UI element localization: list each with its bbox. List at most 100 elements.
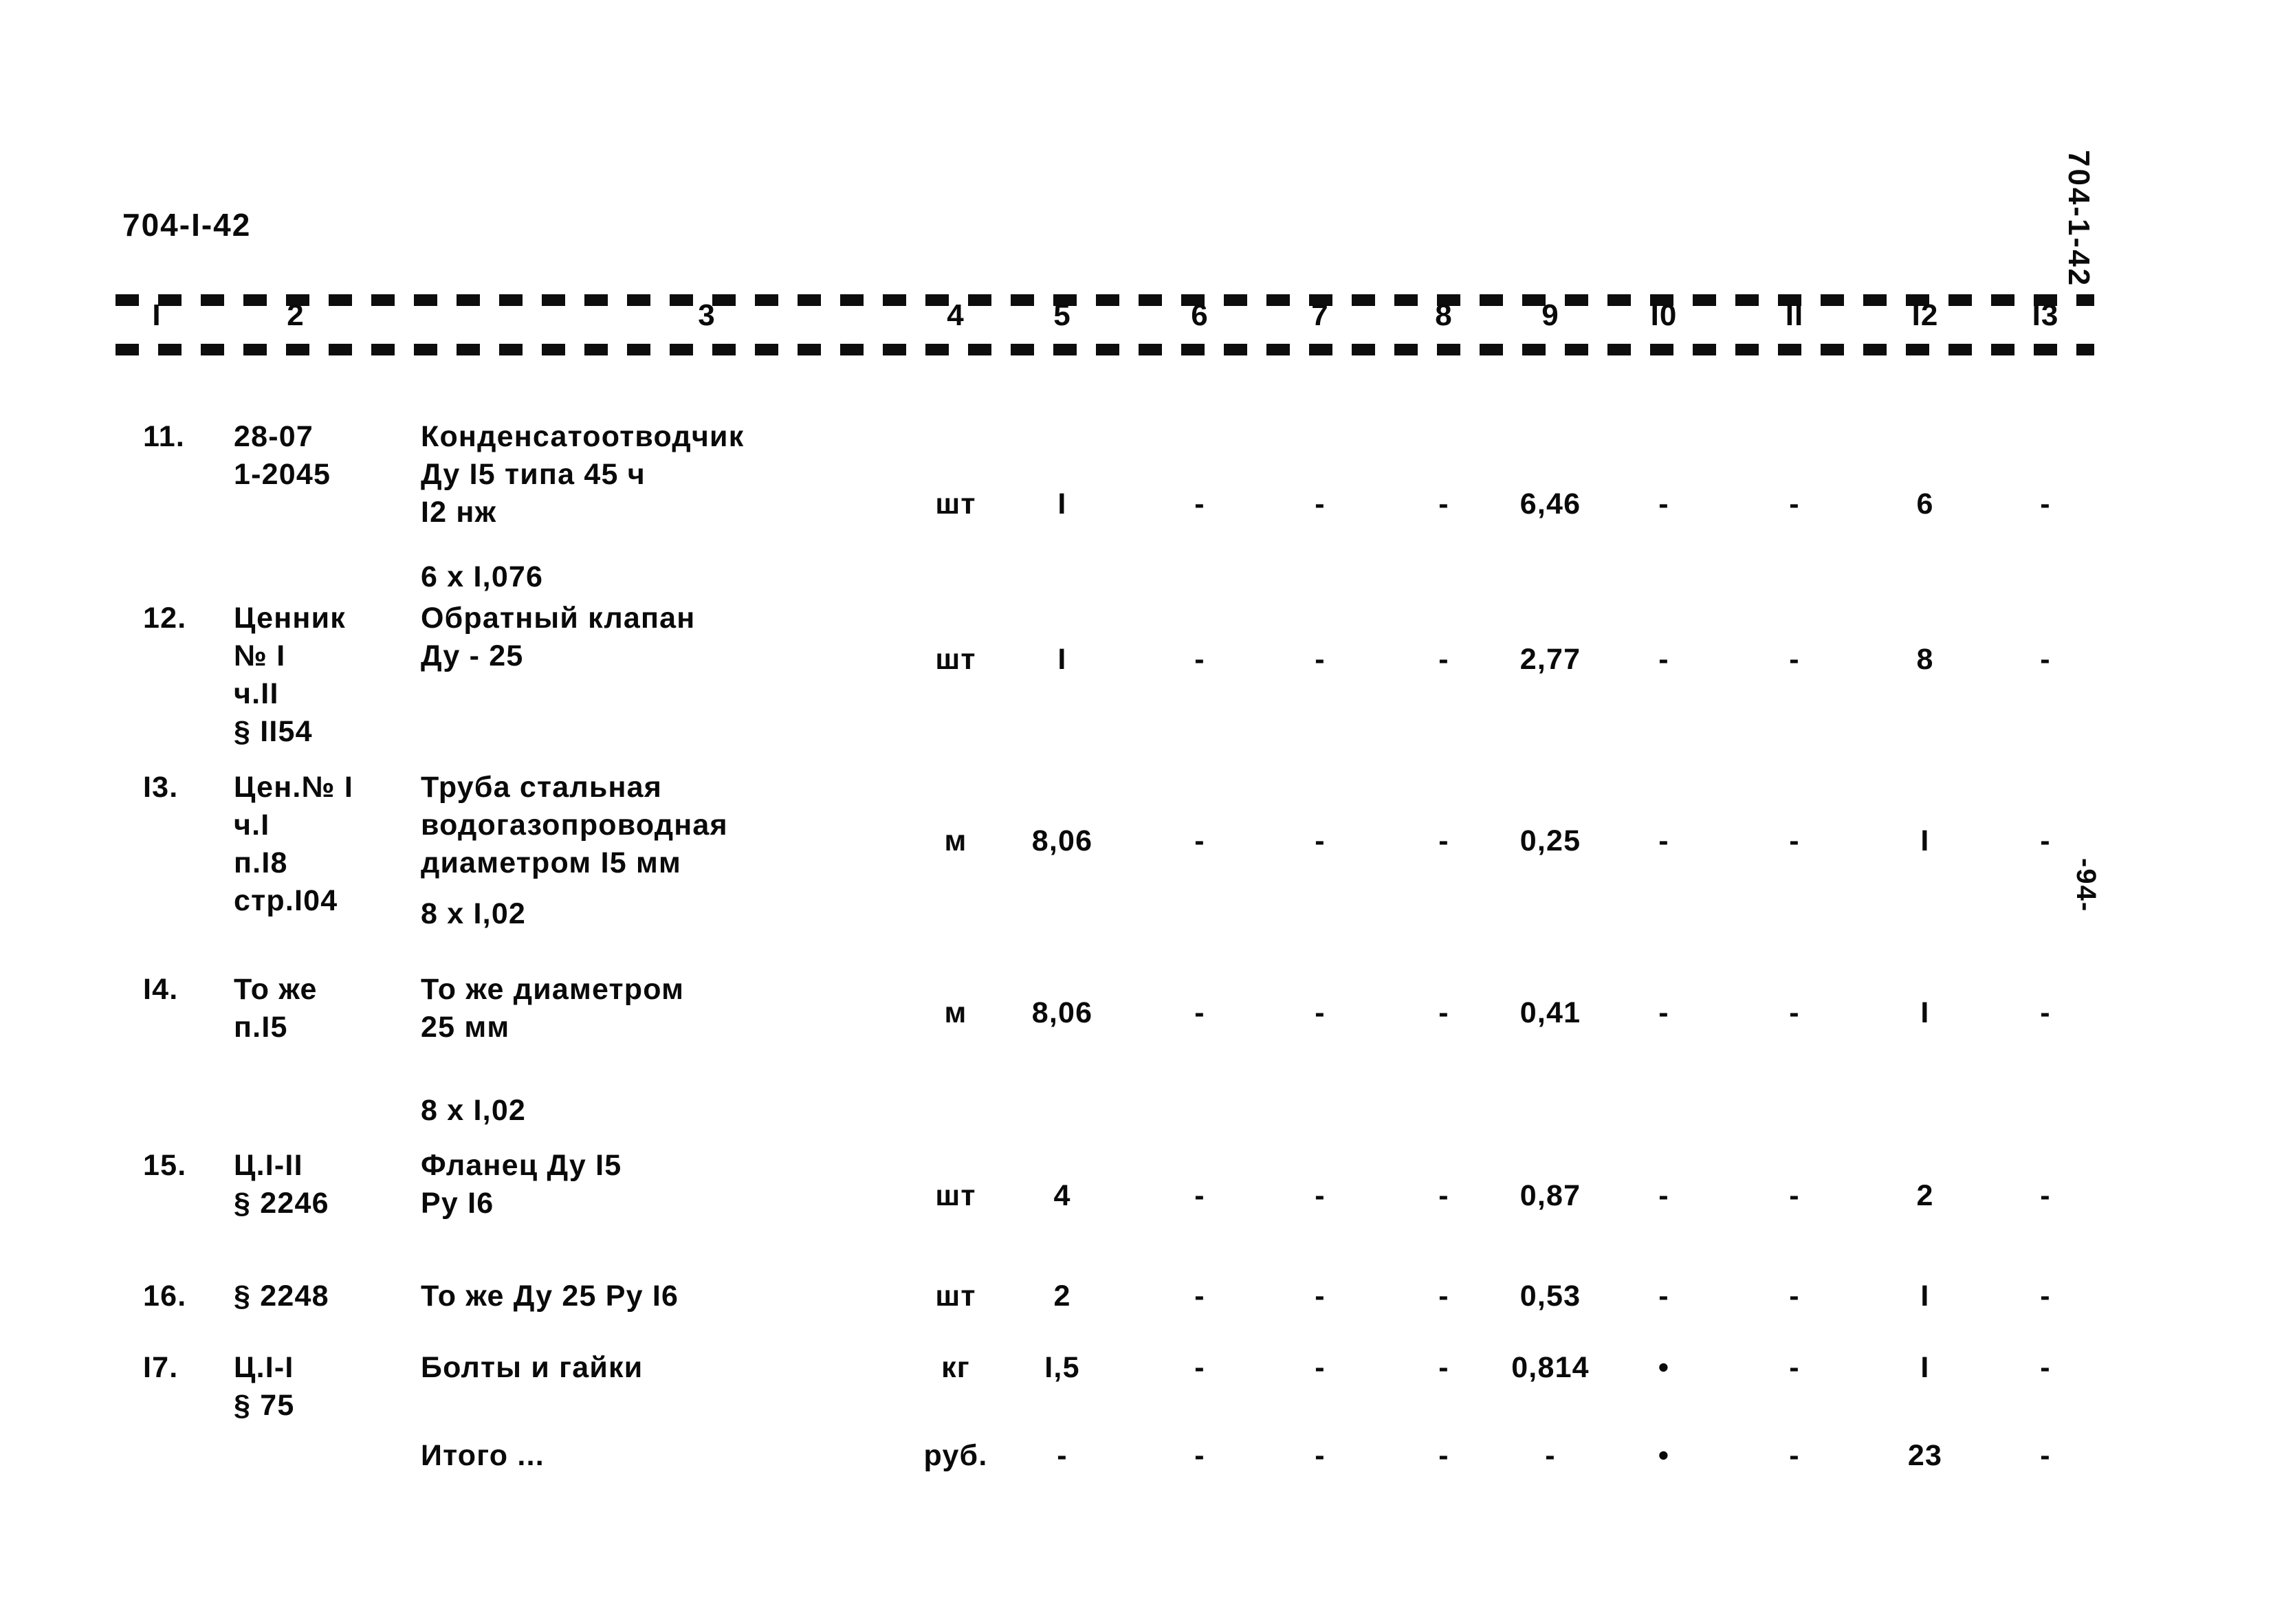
row-value-col8: - <box>1438 1280 1449 1313</box>
table-row: I4. То же п.I5 То же диаметром 25 мм <box>0 971 2273 1044</box>
row-quantity: I,5 <box>1044 1351 1080 1384</box>
row-unit: шт <box>935 487 976 520</box>
row-value-col12: I <box>1920 1351 1930 1384</box>
row-justification-line: Цен.№ I <box>234 771 353 804</box>
row-value-col11: - <box>1789 824 1800 857</box>
row-item-number: 12. <box>143 602 187 635</box>
row-unit: кг <box>941 1351 970 1384</box>
row-unit: шт <box>935 1280 976 1313</box>
row-value-col6: - <box>1194 643 1205 676</box>
row-value-col10: - <box>1658 824 1669 857</box>
row-description-line: диаметром I5 мм <box>421 846 682 879</box>
column-header-10: I0 <box>1650 298 1678 332</box>
row-value-col13: - <box>2040 824 2051 857</box>
row-quantity: 4 <box>1053 1179 1071 1212</box>
row-item-number: 11. <box>143 420 186 453</box>
row-justification-line: п.I8 <box>234 846 288 879</box>
row-unit: шт <box>935 643 976 676</box>
row-justification-line: Ценник <box>234 602 346 635</box>
column-header-1: I <box>152 298 162 332</box>
total-value-col6: - <box>1194 1439 1205 1472</box>
row-value-col8: - <box>1438 1179 1449 1212</box>
total-row-values: руб. - - - - - • - 23 - <box>0 1437 2273 1472</box>
total-unit: руб. <box>923 1439 988 1472</box>
row-value-col9: 0,25 <box>1519 824 1581 857</box>
row-description-line: Конденсатоотводчик <box>421 420 745 453</box>
column-header-12: I2 <box>1911 298 1939 332</box>
row-justification-line: То же <box>234 973 318 1006</box>
row-value-col9: 0,53 <box>1519 1280 1581 1313</box>
table-row-values: м 8,06 - - - 0,25 - - I - <box>0 822 2273 857</box>
row-value-col12: I <box>1920 1280 1930 1313</box>
row-value-col7: - <box>1315 1351 1326 1384</box>
row-value-col10: • <box>1658 1351 1670 1384</box>
row-value-col6: - <box>1194 1179 1205 1212</box>
row-value-col10: - <box>1658 996 1669 1029</box>
table-row-values: кг I,5 - - - 0,814 • - I - <box>0 1349 2273 1384</box>
row-value-col6: - <box>1194 487 1205 520</box>
row-value-col13: - <box>2040 1351 2051 1384</box>
table-row-values: шт 4 - - - 0,87 - - 2 - <box>0 1177 2273 1212</box>
row-value-col9: 0,87 <box>1519 1179 1581 1212</box>
row-justification-line: п.I5 <box>234 1011 288 1044</box>
row-multiplier: 8 x I,02 <box>421 1094 527 1127</box>
column-header-3: 3 <box>698 298 716 332</box>
row-value-col11: - <box>1789 487 1800 520</box>
row-multiplier: 8 x I,02 <box>421 897 527 930</box>
row-value-col12: 6 <box>1916 487 1934 520</box>
row-unit: м <box>944 996 967 1029</box>
row-value-col8: - <box>1438 996 1449 1029</box>
row-value-col11: - <box>1789 1280 1800 1313</box>
row-value-col7: - <box>1315 487 1326 520</box>
row-value-col9: 0,814 <box>1511 1351 1590 1384</box>
row-unit: шт <box>935 1179 976 1212</box>
table-row-values: шт I - - - 6,46 - - 6 - <box>0 485 2273 520</box>
table-row-values: шт 2 - - - 0,53 - - I - <box>0 1277 2273 1313</box>
row-value-col8: - <box>1438 824 1449 857</box>
row-quantity: I <box>1057 643 1067 676</box>
row-justification-line: 28-07 <box>234 420 314 453</box>
row-description-line: Обратный клапан <box>421 602 696 635</box>
row-value-col6: - <box>1194 1280 1205 1313</box>
column-header-11: II <box>1785 298 1804 332</box>
row-value-col8: - <box>1438 643 1449 676</box>
column-header-5: 5 <box>1053 298 1071 332</box>
row-value-col8: - <box>1438 1351 1449 1384</box>
row-justification-line: § II54 <box>234 715 313 748</box>
column-header-2: 2 <box>287 298 305 332</box>
table-row: 15. Ц.I-II § 2246 Фланец Ду I5 Ру I6 <box>0 1147 2273 1220</box>
row-justification-line: ч.II <box>234 677 279 710</box>
row-value-col9: 0,41 <box>1519 996 1581 1029</box>
table-row-values: м 8,06 - - - 0,41 - - I - <box>0 994 2273 1029</box>
row-value-col11: - <box>1789 996 1800 1029</box>
scanned-page: 704-I-42 704-1-42 -94- I 2 3 4 5 6 7 8 9 I0 II I2 I3… <box>0 0 2273 1624</box>
row-value-col8: - <box>1438 487 1449 520</box>
row-description-line: То же диаметром <box>421 973 685 1006</box>
total-value-col5: - <box>1057 1439 1068 1472</box>
row-unit: м <box>944 824 967 857</box>
row-value-col6: - <box>1194 824 1205 857</box>
row-value-col13: - <box>2040 643 2051 676</box>
row-value-col13: - <box>2040 996 2051 1029</box>
margin-page-number: -94- <box>2071 858 2101 913</box>
row-item-number: I3. <box>143 771 179 804</box>
row-value-col13: - <box>2040 1280 2051 1313</box>
table-row: 11. 28-07 1-2045 Конденсатоотводчик Ду I5 ти… <box>0 418 2273 529</box>
row-value-col6: - <box>1194 1351 1205 1384</box>
row-value-col7: - <box>1315 1179 1326 1212</box>
row-value-col10: - <box>1658 643 1669 676</box>
total-value-col13: - <box>2040 1439 2051 1472</box>
row-value-col9: 6,46 <box>1519 487 1581 520</box>
column-header-row: I 2 3 4 5 6 7 8 9 I0 II I2 I3 <box>116 298 2094 345</box>
row-value-col7: - <box>1315 1280 1326 1313</box>
row-description-line: Труба стальная <box>421 771 663 804</box>
table-row: 12. Ценник № Iч.II § II54 Обратный клапан Ду … <box>0 600 2273 748</box>
header-rule-bottom <box>116 344 2094 355</box>
table-row-values: шт I - - - 2,77 - - 8 - <box>0 641 2273 676</box>
row-value-col10: - <box>1658 1179 1669 1212</box>
total-value-col9: - <box>1545 1439 1556 1472</box>
row-item-number: I4. <box>143 973 179 1006</box>
row-value-col11: - <box>1789 643 1800 676</box>
row-justification-line: § 75 <box>234 1389 295 1422</box>
row-value-col7: - <box>1315 996 1326 1029</box>
